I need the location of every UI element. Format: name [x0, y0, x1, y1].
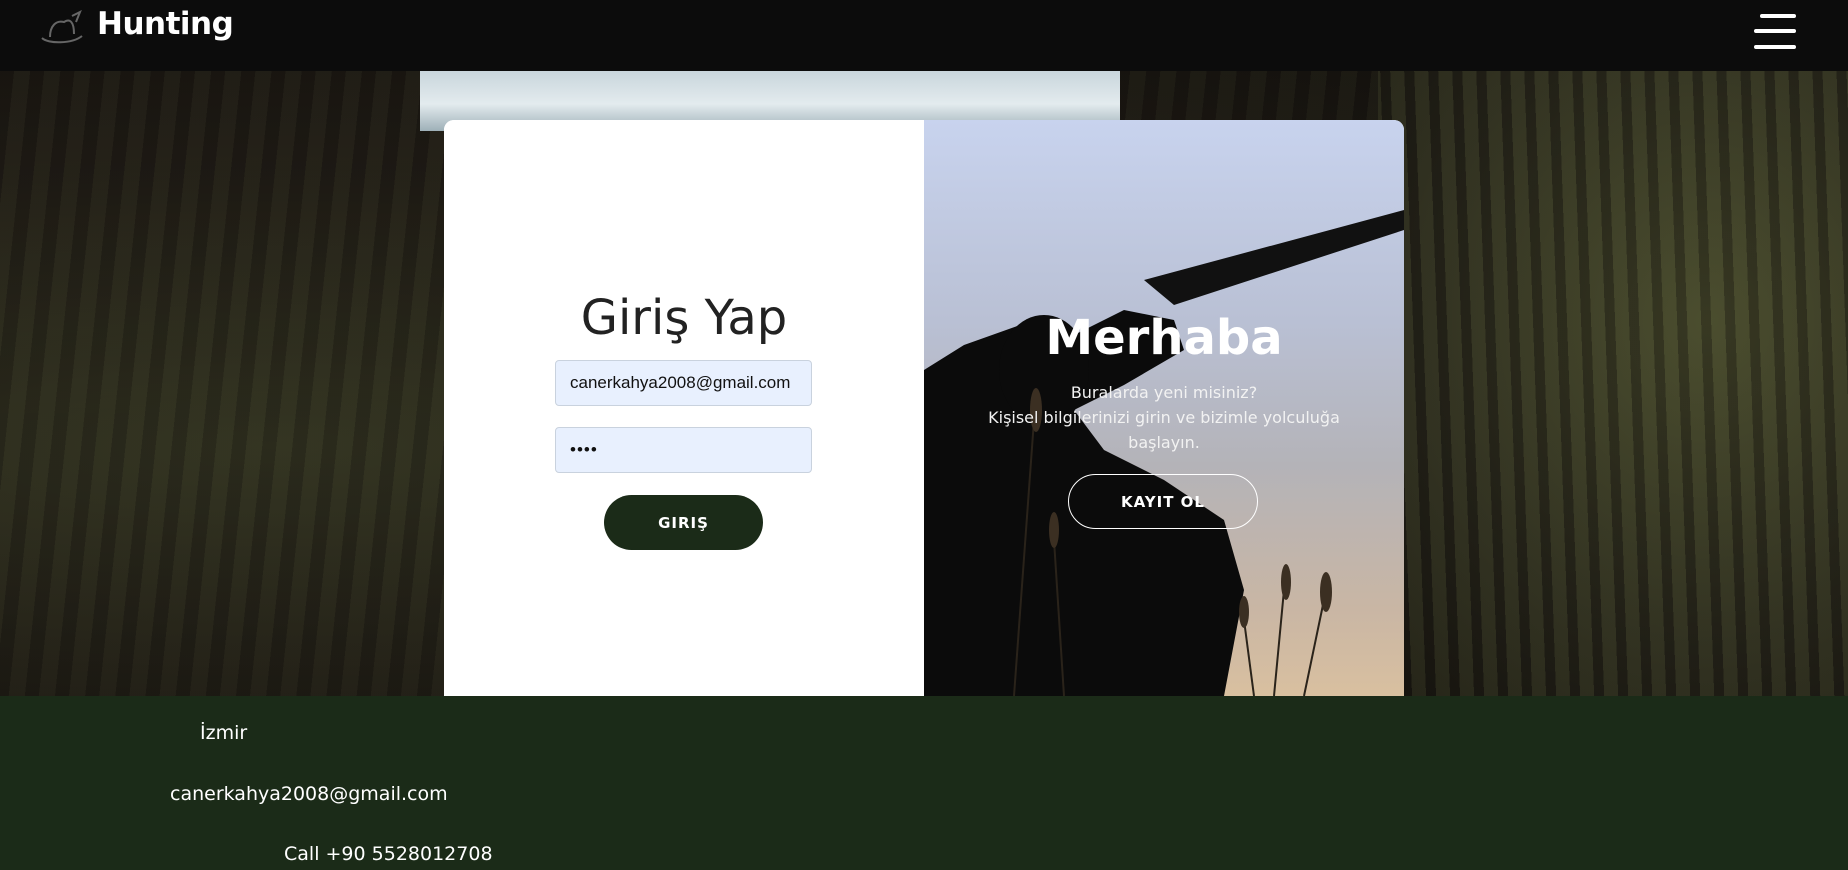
login-button[interactable]: GIRIŞ — [604, 495, 763, 550]
hamburger-menu-icon[interactable] — [1752, 12, 1798, 52]
login-panel: Giriş Yap canerkahya2008@gmail.com •••• … — [444, 120, 924, 696]
email-field[interactable]: canerkahya2008@gmail.com — [555, 360, 812, 406]
welcome-line-1: Buralarda yeni misiniz? — [1070, 383, 1258, 402]
footer-city: İzmir — [200, 722, 248, 744]
welcome-text: Buralarda yeni misiniz? Kişisel bilgiler… — [984, 380, 1344, 455]
welcome-title: Merhaba — [1045, 310, 1283, 366]
register-button[interactable]: KAYIT OL — [1068, 474, 1258, 529]
footer-phone[interactable]: Call +90 5528012708 — [284, 843, 493, 865]
hat-icon — [41, 10, 83, 44]
password-field[interactable]: •••• — [555, 427, 812, 473]
forest-backdrop — [1378, 71, 1848, 696]
login-title: Giriş Yap — [580, 290, 788, 346]
footer: İzmir canerkahya2008@gmail.com Call +90 … — [0, 696, 1848, 870]
brand-name[interactable]: Hunting — [97, 6, 234, 42]
footer-email[interactable]: canerkahya2008@gmail.com — [170, 783, 448, 805]
welcome-panel: Merhaba Buralarda yeni misiniz? Kişisel … — [924, 120, 1404, 696]
navbar: Hunting — [0, 0, 1848, 71]
welcome-line-2: Kişisel bilgilerinizi girin ve bizimle y… — [988, 408, 1340, 452]
auth-card: Giriş Yap canerkahya2008@gmail.com •••• … — [444, 120, 1404, 696]
